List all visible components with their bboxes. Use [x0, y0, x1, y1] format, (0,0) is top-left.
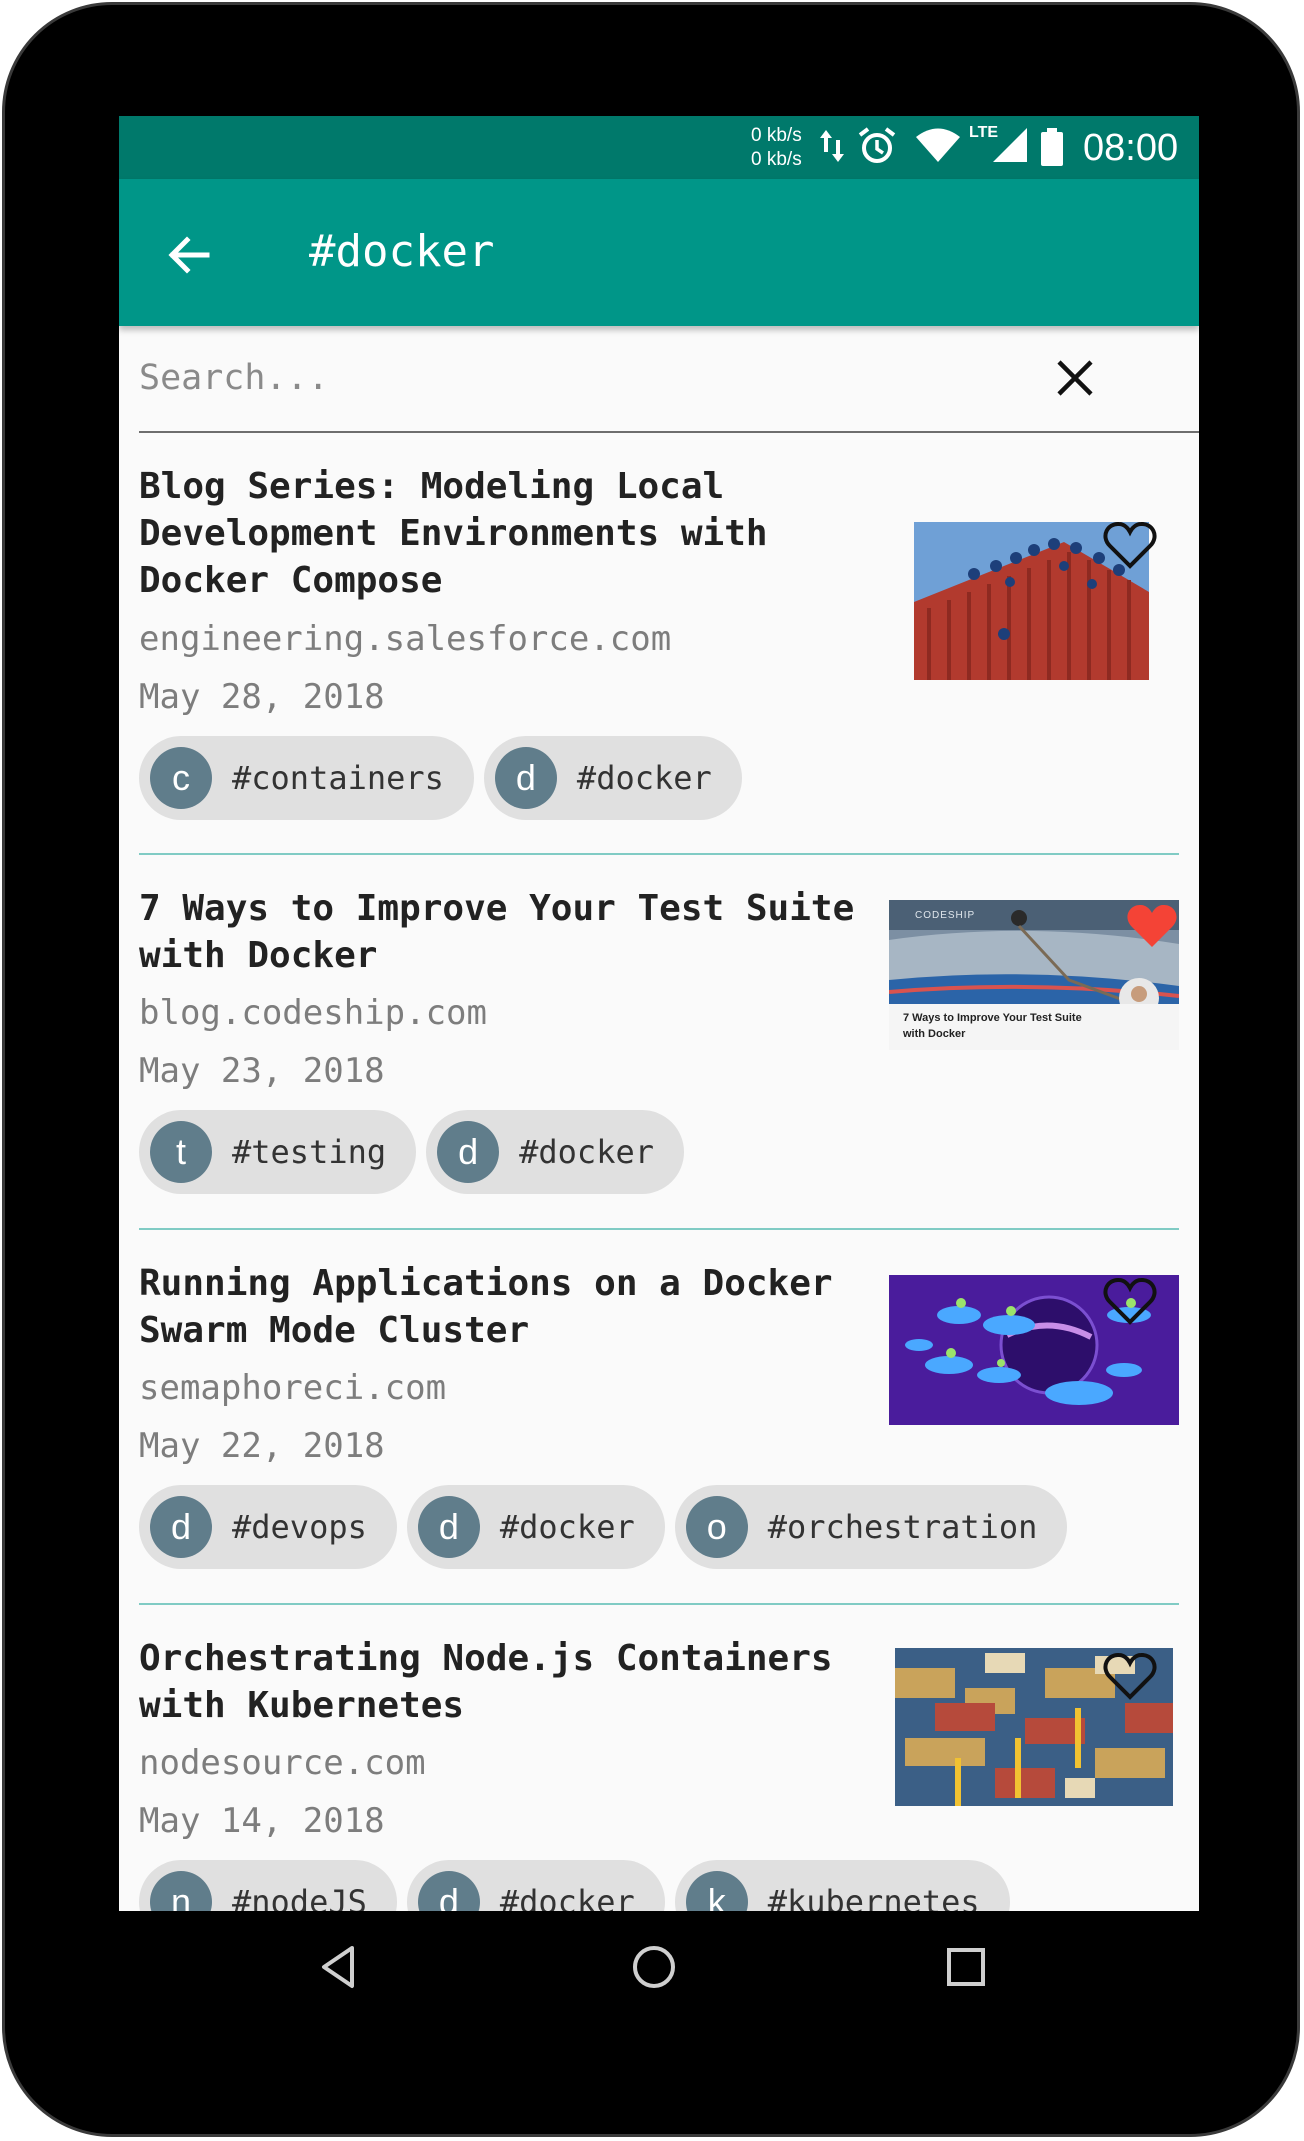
article-date: May 23, 2018 — [139, 1051, 385, 1091]
download-speed: 0 kb/s — [751, 149, 802, 170]
article-date: May 28, 2018 — [139, 677, 385, 717]
tag-chip[interactable]: d #docker — [483, 736, 742, 820]
battery-icon — [1041, 128, 1063, 166]
tag-label: #docker — [576, 759, 712, 797]
article-title[interactable]: Running Applications on a Docker Swarm M… — [139, 1260, 874, 1354]
search-bar — [139, 326, 1199, 433]
tag-chip[interactable]: d #docker — [426, 1110, 684, 1194]
heart-filled-icon[interactable] — [1124, 901, 1180, 951]
tag-avatar: o — [685, 1496, 748, 1558]
tag-list: c #containers d #docker — [139, 736, 742, 820]
app-bar: #docker — [119, 179, 1199, 326]
tag-avatar: c — [150, 747, 212, 809]
tag-avatar: n — [150, 1871, 212, 1911]
network-speed: 0 kb/s 0 kb/s — [751, 124, 802, 172]
tag-avatar: d — [150, 1496, 212, 1558]
tag-chip[interactable]: d #docker — [406, 1860, 665, 1911]
tag-avatar: t — [150, 1121, 212, 1183]
tag-chip[interactable]: c #containers — [139, 736, 474, 820]
article-card[interactable]: Running Applications on a Docker Swarm M… — [119, 1230, 1199, 1605]
article-list: Blog Series: Modeling Local Development … — [119, 433, 1199, 1911]
nav-back-icon[interactable] — [312, 1940, 366, 1994]
upload-speed: 0 kb/s — [751, 125, 802, 146]
navigation-bar — [114, 1906, 1194, 2030]
heart-outline-icon[interactable] — [1102, 520, 1158, 570]
search-input[interactable] — [139, 348, 1019, 408]
thumbnail-brand: CODESHIP — [915, 910, 976, 921]
article-domain: nodesource.com — [139, 1743, 426, 1783]
network-type: LTE — [969, 124, 999, 141]
tag-chip[interactable]: k #kubernetes — [674, 1860, 1010, 1911]
article-title[interactable]: 7 Ways to Improve Your Test Suite with D… — [139, 885, 874, 979]
data-transfer-icon — [820, 130, 844, 162]
page-title: #docker — [309, 226, 495, 277]
article-date: May 14, 2018 — [139, 1801, 385, 1841]
thumbnail-caption: 7 Ways to Improve Your Test Suite with D… — [903, 1010, 1082, 1042]
tag-label: #containers — [232, 759, 444, 797]
tag-avatar: k — [685, 1871, 748, 1911]
status-bar: 0 kb/s 0 kb/s LTE 08:00 — [119, 116, 1199, 179]
article-domain: engineering.salesforce.com — [139, 619, 672, 659]
article-date: May 22, 2018 — [139, 1426, 385, 1466]
tag-chip[interactable]: n #nodeJS — [139, 1860, 397, 1911]
article-card[interactable]: 7 Ways to Improve Your Test Suite with D… — [119, 855, 1199, 1230]
tag-label: #docker — [499, 1508, 635, 1546]
clock: 08:00 — [1083, 127, 1179, 169]
signal-indicator: LTE — [969, 124, 1029, 168]
nav-recents-icon[interactable] — [939, 1940, 993, 1994]
article-card[interactable]: Orchestrating Node.js Containers with Ku… — [119, 1605, 1199, 1911]
heart-outline-icon[interactable] — [1102, 1276, 1158, 1326]
tag-chip[interactable]: t #testing — [139, 1110, 417, 1194]
article-title[interactable]: Blog Series: Modeling Local Development … — [139, 463, 874, 604]
tag-list: t #testing d #docker — [139, 1110, 684, 1194]
tag-avatar: d — [417, 1871, 480, 1911]
tag-label: #orchestration — [767, 1508, 1038, 1546]
tag-avatar: d — [494, 747, 557, 809]
wifi-icon — [916, 128, 960, 162]
tag-label: #docker — [519, 1133, 654, 1171]
nav-home-icon[interactable] — [627, 1940, 681, 1994]
article-title[interactable]: Orchestrating Node.js Containers with Ku… — [139, 1635, 874, 1729]
heart-outline-icon[interactable] — [1102, 1651, 1158, 1701]
tag-chip[interactable]: d #docker — [406, 1485, 665, 1569]
thumbnail-caption-line: with Docker — [903, 1028, 966, 1040]
screen: 0 kb/s 0 kb/s LTE 08:00 #docker Search..… — [119, 116, 1199, 1911]
tag-avatar: d — [437, 1121, 500, 1183]
tag-label: #testing — [232, 1133, 387, 1171]
tag-avatar: d — [417, 1496, 480, 1558]
tag-label: #devops — [232, 1508, 367, 1546]
thumbnail-caption-line: 7 Ways to Improve Your Test Suite — [903, 1012, 1082, 1024]
article-card[interactable]: Blog Series: Modeling Local Development … — [119, 433, 1199, 855]
tag-chip[interactable]: o #orchestration — [674, 1485, 1068, 1569]
article-domain: blog.codeship.com — [139, 993, 487, 1033]
alarm-icon — [858, 127, 896, 163]
arrow-back-icon[interactable] — [159, 225, 219, 285]
tag-list: n #nodeJS d #docker k #kubernetes — [139, 1860, 1010, 1911]
tablet-frame: 0 kb/s 0 kb/s LTE 08:00 #docker Search..… — [2, 2, 1300, 2137]
tag-chip[interactable]: d #devops — [139, 1485, 397, 1569]
tag-list: d #devops d #docker o #orchestration — [139, 1485, 1068, 1569]
article-domain: semaphoreci.com — [139, 1368, 447, 1408]
close-icon[interactable] — [1053, 356, 1097, 400]
